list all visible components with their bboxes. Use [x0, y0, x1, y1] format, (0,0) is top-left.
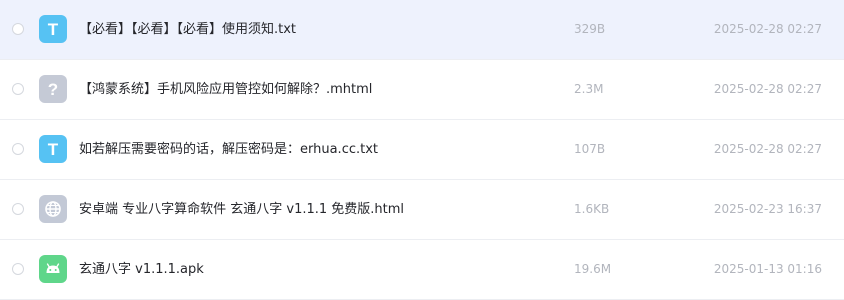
file-size: 1.6KB — [574, 202, 610, 216]
file-name[interactable]: 【鸿蒙系统】手机风险应用管控如何解除？.mhtml — [79, 60, 372, 119]
file-size: 19.6M — [574, 262, 612, 276]
row-checkbox[interactable] — [12, 263, 24, 275]
file-size: 2.3M — [574, 82, 604, 96]
file-row[interactable]: 玄通八字 v1.1.1.apk 19.6M 2025-01-13 01:16 — [0, 240, 844, 300]
unknown-file-icon: ? — [39, 75, 67, 103]
text-file-icon: T — [39, 15, 67, 43]
file-row[interactable]: 安卓端 专业八字算命软件 玄通八字 v1.1.1 免费版.html 1.6KB … — [0, 180, 844, 240]
file-name[interactable]: 如若解压需要密码的话，解压密码是：erhua.cc.txt — [79, 120, 378, 179]
svg-text:T: T — [48, 20, 59, 39]
file-name[interactable]: 安卓端 专业八字算命软件 玄通八字 v1.1.1 免费版.html — [79, 180, 404, 239]
file-name[interactable]: 玄通八字 v1.1.1.apk — [79, 240, 204, 299]
file-date: 2025-02-23 16:37 — [713, 202, 822, 216]
web-file-icon — [39, 195, 67, 223]
text-file-icon: T — [39, 135, 67, 163]
file-date: 2025-02-28 02:27 — [713, 142, 822, 156]
file-date: 2025-02-28 02:27 — [713, 22, 822, 36]
file-name[interactable]: 【必看】【必看】【必看】使用须知.txt — [79, 0, 296, 59]
row-checkbox[interactable] — [12, 23, 24, 35]
row-checkbox[interactable] — [12, 83, 24, 95]
row-checkbox[interactable] — [12, 143, 24, 155]
row-checkbox[interactable] — [12, 203, 24, 215]
file-row[interactable]: ? 【鸿蒙系统】手机风险应用管控如何解除？.mhtml 2.3M 2025-02… — [0, 60, 844, 120]
file-row[interactable]: T 如若解压需要密码的话，解压密码是：erhua.cc.txt 107B 202… — [0, 120, 844, 180]
file-size: 107B — [574, 142, 606, 156]
file-date: 2025-01-13 01:16 — [713, 262, 822, 276]
file-row[interactable]: T 【必看】【必看】【必看】使用须知.txt 329B 2025-02-28 0… — [0, 0, 844, 60]
svg-text:T: T — [48, 140, 59, 159]
file-size: 329B — [574, 22, 606, 36]
file-date: 2025-02-28 02:27 — [713, 82, 822, 96]
android-file-icon — [39, 255, 67, 283]
file-list: T 【必看】【必看】【必看】使用须知.txt 329B 2025-02-28 0… — [0, 0, 844, 300]
svg-text:?: ? — [48, 80, 58, 99]
